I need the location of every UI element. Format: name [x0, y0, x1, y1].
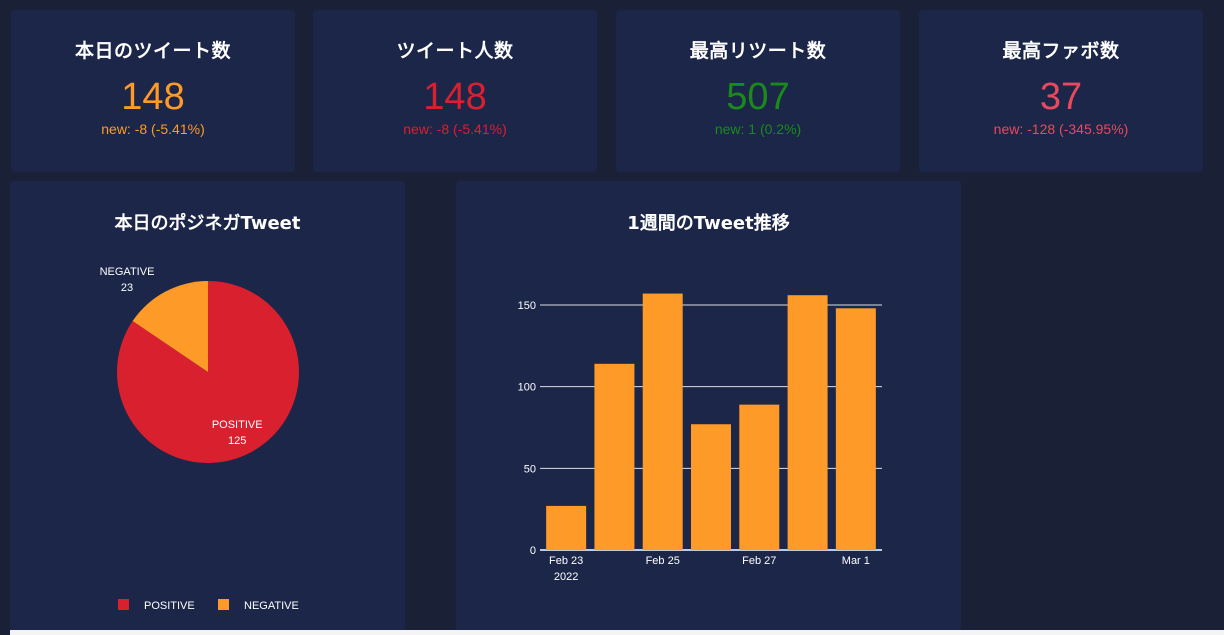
- kpi-title: 最高リツート数: [689, 40, 827, 62]
- kpi-value: 148: [423, 76, 487, 118]
- bar: [594, 363, 635, 550]
- pie-value-negative: 23: [121, 282, 133, 294]
- bar: [546, 505, 587, 550]
- y-tick-label: 50: [524, 463, 536, 475]
- kpi-card-tweet-users: ツイート人数 148 new: -8 (-5.41%): [313, 10, 597, 172]
- bar: [642, 293, 683, 550]
- legend-swatch-negative: [218, 599, 229, 610]
- bar: [835, 308, 876, 550]
- y-tick-label: 0: [530, 545, 536, 557]
- bar-chart: 0 50 100 150 Feb 23 Feb 25 Feb 27 Mar 1 2022: [518, 293, 882, 583]
- kpi-delta: new: -8 (-5.41%): [101, 121, 205, 137]
- bar-chart-panel: 1週間のTweet推移 0 50 100 150 Feb 23 Feb 25 Feb 27 M…: [456, 181, 961, 635]
- legend-swatch-positive: [118, 599, 129, 610]
- kpi-value: 148: [121, 76, 185, 118]
- pie-chart: POSITIVE 125 NEGATIVE 23 POSITIVE NEGATIVE: [100, 266, 300, 612]
- kpi-delta: new: -8 (-5.41%): [403, 121, 507, 137]
- x-tick-label: Feb 27: [742, 555, 776, 567]
- pie-label-positive: POSITIVE: [212, 419, 263, 431]
- kpi-card-today-tweets: 本日のツイート数 148 new: -8 (-5.41%): [11, 10, 295, 172]
- pie-chart-panel: 本日のポジネガTweet POSITIVE 125 NEGATIVE 23 POSITI…: [10, 181, 405, 635]
- x-tick-label: Mar 1: [842, 555, 870, 567]
- pie-label-negative: NEGATIVE: [100, 266, 155, 278]
- x-tick-label: Feb 25: [646, 555, 680, 567]
- bar: [739, 404, 780, 550]
- kpi-title: 本日のツイート数: [74, 40, 231, 62]
- x-tick-label: Feb 23: [549, 555, 583, 567]
- kpi-title: ツイート人数: [396, 40, 514, 62]
- x-tick-year: 2022: [554, 571, 578, 583]
- legend-label-negative: NEGATIVE: [244, 600, 299, 612]
- pie-value-positive: 125: [228, 435, 246, 447]
- kpi-card-max-favs: 最高ファボ数 37 new: -128 (-345.95%): [919, 10, 1203, 172]
- bar: [787, 295, 828, 550]
- kpi-value: 507: [726, 76, 790, 118]
- kpi-value: 37: [1039, 76, 1083, 118]
- kpi-delta: new: -128 (-345.95%): [993, 121, 1129, 137]
- kpi-title: 最高ファボ数: [1002, 40, 1120, 62]
- y-tick-label: 150: [518, 300, 536, 312]
- kpi-delta: new: 1 (0.2%): [714, 121, 802, 137]
- bottom-strip: [10, 630, 1224, 635]
- kpi-card-max-retweets: 最高リツート数 507 new: 1 (0.2%): [616, 10, 900, 172]
- legend-label-positive: POSITIVE: [144, 600, 195, 612]
- y-tick-label: 100: [518, 382, 536, 394]
- bar: [691, 424, 731, 550]
